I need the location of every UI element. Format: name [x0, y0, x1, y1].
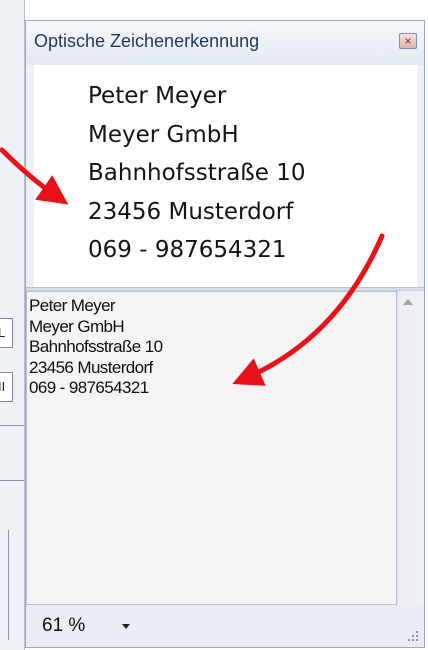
panel-title: Optische Zeichenerkennung [34, 31, 260, 51]
background-tab: II [0, 372, 13, 402]
recognized-text-line: Peter Meyer [29, 296, 116, 315]
image-text-line: Peter Meyer [88, 83, 227, 109]
divider [0, 480, 24, 481]
panel-titlebar[interactable]: Optische Zeichenerkennung × [26, 21, 424, 65]
close-button[interactable]: × [399, 33, 417, 49]
image-text-line: Bahnhofsstraße 10 [88, 160, 306, 186]
recognized-text-area[interactable]: Peter Meyer Meyer GmbH Bahnhofsstraße 10… [26, 291, 397, 605]
zoom-level[interactable]: 61 % [42, 615, 85, 637]
divider [8, 530, 9, 640]
vertical-scrollbar[interactable] [397, 291, 418, 605]
scanned-image-preview: Peter Meyer Meyer GmbH Bahnhofsstraße 10… [34, 65, 417, 287]
background-tab: L [0, 318, 13, 348]
image-text-line: 23456 Musterdorf [88, 198, 294, 225]
close-icon: × [404, 34, 412, 48]
image-text-line: 069 - 987654321 [88, 237, 287, 263]
divider [0, 425, 24, 426]
ocr-panel: Optische Zeichenerkennung × Peter Meyer … [25, 20, 425, 648]
zoom-dropdown-icon[interactable] [122, 624, 130, 629]
recognized-text-line: Meyer GmbH [29, 316, 125, 336]
status-bar: 61 % [26, 605, 424, 647]
recognized-text-line: 069 - 987654321 [29, 378, 149, 397]
background-app-edge: L II [0, 0, 25, 650]
recognized-text-line: 23456 Musterdorf [29, 357, 153, 377]
resize-grip-icon[interactable] [406, 629, 420, 643]
recognized-text-line: Bahnhofsstraße 10 [29, 337, 163, 356]
image-text-line: Meyer GmbH [88, 121, 239, 148]
scroll-up-icon[interactable] [403, 299, 413, 305]
